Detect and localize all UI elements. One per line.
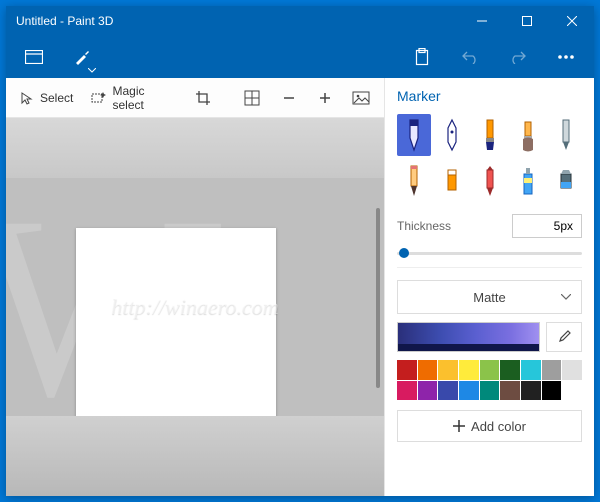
palette-color[interactable] — [418, 360, 438, 380]
palette-color[interactable] — [438, 360, 458, 380]
redo-button[interactable] — [498, 37, 538, 77]
palette-color[interactable] — [521, 360, 541, 380]
magic-select-tool[interactable]: Magic select — [83, 82, 183, 114]
panel-heading: Marker — [397, 88, 582, 104]
palette-color[interactable] — [418, 381, 438, 401]
watermark-text-2: http://winaero.com — [111, 445, 278, 471]
menu-button[interactable] — [14, 37, 54, 77]
thickness-slider-thumb[interactable] — [399, 248, 409, 258]
brush-tools-grid — [397, 114, 582, 202]
palette-color[interactable] — [480, 360, 500, 380]
palette-color[interactable] — [459, 360, 479, 380]
eyedropper-button[interactable] — [546, 322, 582, 352]
tool-watercolor[interactable] — [511, 114, 545, 156]
palette-color[interactable] — [500, 381, 520, 401]
current-color-row — [397, 322, 582, 352]
tool-pencil[interactable] — [397, 160, 431, 202]
magic-select-label: Magic select — [113, 84, 176, 112]
grid-toggle[interactable] — [235, 82, 269, 114]
tool-calligraphy-pen[interactable] — [435, 114, 469, 156]
palette-color[interactable] — [397, 381, 417, 401]
palette-color[interactable] — [562, 360, 582, 380]
material-value: Matte — [473, 290, 506, 305]
zoom-out-button[interactable] — [271, 82, 305, 114]
minimize-button[interactable] — [459, 6, 504, 36]
workarea: Select Magic select — [6, 78, 384, 496]
undo-button[interactable] — [450, 37, 490, 77]
vertical-scrollbar[interactable] — [376, 208, 380, 388]
palette-color[interactable] — [542, 381, 562, 401]
palette-color[interactable] — [521, 381, 541, 401]
palette-color[interactable] — [397, 360, 417, 380]
thickness-label: Thickness — [397, 219, 451, 233]
palette-color[interactable] — [562, 381, 582, 401]
material-dropdown[interactable]: Matte — [397, 280, 582, 314]
add-color-label: Add color — [471, 419, 526, 434]
close-button[interactable] — [549, 6, 594, 36]
tool-marker[interactable] — [397, 114, 431, 156]
canvas-viewport[interactable]: W http://winaero.com http://winaero.com — [6, 118, 384, 496]
canvas[interactable] — [76, 228, 276, 428]
palette-color[interactable] — [438, 381, 458, 401]
thickness-slider[interactable] — [397, 252, 582, 255]
brush-panel: Marker — [384, 78, 594, 496]
maximize-button[interactable] — [504, 6, 549, 36]
more-button[interactable] — [546, 37, 586, 77]
content-area: Select Magic select — [6, 78, 594, 496]
palette-color[interactable] — [542, 360, 562, 380]
palette-color[interactable] — [459, 381, 479, 401]
tool-fill[interactable] — [549, 160, 583, 202]
add-color-button[interactable]: Add color — [397, 410, 582, 442]
window-title: Untitled - Paint 3D — [6, 14, 459, 28]
brushes-button[interactable] — [62, 37, 102, 77]
tool-crayon[interactable] — [473, 160, 507, 202]
zoom-in-button[interactable] — [308, 82, 342, 114]
canvas-toolbar: Select Magic select — [6, 78, 384, 118]
palette-color[interactable] — [500, 360, 520, 380]
view-mode-button[interactable] — [344, 82, 378, 114]
paste-button[interactable] — [402, 37, 442, 77]
tool-pixel-pen[interactable] — [549, 114, 583, 156]
tool-oil-brush[interactable] — [473, 114, 507, 156]
color-palette — [397, 360, 582, 400]
palette-color[interactable] — [480, 381, 500, 401]
menubar — [6, 36, 594, 78]
app-window: Untitled - Paint 3D — [6, 6, 594, 496]
tool-eraser[interactable] — [435, 160, 469, 202]
thickness-input[interactable] — [512, 214, 582, 238]
tool-spray-can[interactable] — [511, 160, 545, 202]
select-tool[interactable]: Select — [12, 82, 81, 114]
titlebar: Untitled - Paint 3D — [6, 6, 594, 36]
current-color-swatch[interactable] — [397, 322, 540, 352]
select-label: Select — [40, 91, 73, 105]
crop-tool[interactable] — [186, 82, 220, 114]
thickness-row: Thickness — [397, 214, 582, 238]
divider — [397, 267, 582, 268]
